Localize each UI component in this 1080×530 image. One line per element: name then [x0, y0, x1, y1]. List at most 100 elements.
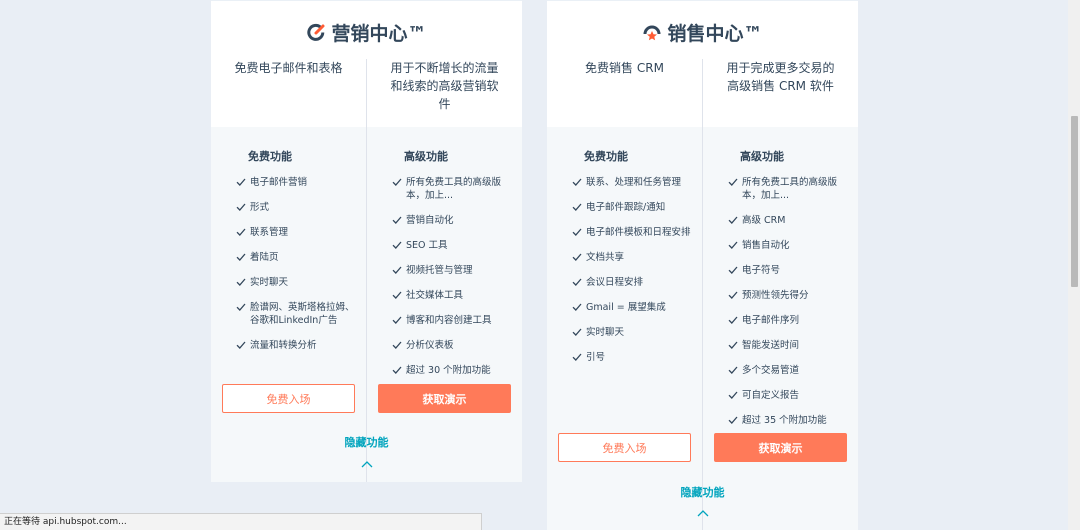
sales-pro-feature-list: 所有免费工具的高级版本，加上... 高级 CRM 销售自动化电子符号预测性领先得分电…	[727, 176, 848, 427]
marketing-hub-title-text: 营销中心™	[331, 23, 427, 45]
marketing-free-signup-button[interactable]: 免费入场	[222, 384, 355, 413]
feature-list-item: 超过 30 个附加功能	[391, 364, 512, 377]
marketing-free-description: 免费电子邮件和表格	[234, 61, 343, 75]
marketing-free-column: 免费功能 电子邮件营销 形式 联系管理 着陆页 实时聊天 脸谱网、英斯塔格拉姆、谷歌和Li…	[211, 127, 366, 482]
check-icon	[236, 341, 246, 349]
feature-list-item: 文档共享	[571, 251, 692, 264]
feature-label: 会议日程安排	[586, 277, 644, 288]
check-icon	[572, 253, 582, 261]
check-icon	[572, 203, 582, 211]
check-icon	[572, 328, 582, 336]
check-icon	[728, 216, 738, 224]
chevron-up-icon[interactable]	[697, 509, 709, 517]
sales-pro-column: 高级功能 所有免费工具的高级版本，加上... 高级 CRM 销售自动化 电子符号 预测性…	[702, 127, 858, 530]
feature-list-item: 电子符号	[727, 264, 848, 277]
check-icon	[392, 178, 402, 186]
check-icon	[572, 278, 582, 286]
marketing-pro-feature-list: 所有免费工具的高级版本，加上... 营销自动化 SEO 工具视频托管与管理 社交媒体工…	[391, 176, 512, 377]
sales-pro-description: 用于完成更多交易的高级销售 CRM 软件	[702, 59, 858, 127]
check-icon	[728, 416, 738, 424]
feature-label: 实时聊天	[250, 277, 289, 288]
check-icon	[728, 366, 738, 374]
feature-list-item: 高级 CRM	[727, 214, 848, 227]
feature-label: 智能发送时间	[742, 340, 800, 351]
feature-label: 流量和转换分析	[250, 340, 317, 351]
feature-label: 电子邮件序列	[742, 315, 800, 326]
feature-label: 高级 CRM	[742, 215, 786, 226]
marketing-hub-card: 营销中心™ 免费电子邮件和表格 用于不断增长的流量和线索的高级营销软件 免费功能…	[211, 0, 522, 482]
sales-get-demo-button[interactable]: 获取演示	[714, 433, 847, 462]
feature-list-item: 联系管理	[235, 226, 356, 239]
feature-label: 销售自动化	[742, 240, 790, 251]
check-icon	[236, 203, 246, 211]
check-icon	[728, 241, 738, 249]
feature-list-item: 所有免费工具的高级版本，加上...	[727, 176, 848, 202]
marketing-hide-features-link[interactable]: 隐藏功能	[211, 434, 522, 450]
feature-list-item: 引号	[571, 351, 692, 364]
feature-label: 脸谱网、英斯塔格拉姆、谷歌和LinkedIn广告	[250, 302, 355, 326]
feature-list-item: 可自定义报告	[727, 389, 848, 402]
feature-list-item: 脸谱网、英斯塔格拉姆、谷歌和LinkedIn广告	[235, 301, 356, 327]
check-icon	[236, 278, 246, 286]
feature-list-item: 电子邮件营销	[235, 176, 356, 189]
feature-label: 形式	[250, 202, 270, 213]
marketing-pro-column: 高级功能 所有免费工具的高级版本，加上... 营销自动化 SEO 工具 视频托管与管理…	[366, 127, 522, 482]
feature-label: 所有免费工具的高级版本，加上...	[742, 177, 838, 201]
feature-list-item: 社交媒体工具	[391, 289, 512, 302]
feature-list-item: Gmail = 展望集成	[571, 301, 692, 314]
page-scrollbar[interactable]	[1068, 0, 1080, 530]
sales-hub-card: 销售中心™ 免费销售 CRM 用于完成更多交易的高级销售 CRM 软件 免费功能…	[547, 0, 858, 530]
feature-label: 超过 30 个附加功能	[406, 365, 491, 376]
marketing-free-feature-list: 电子邮件营销 形式 联系管理 着陆页 实时聊天 脸谱网、英斯塔格拉姆、谷歌和LinkedI…	[235, 176, 356, 352]
feature-list-item: 分析仪表板	[391, 339, 512, 352]
scrollbar-thumb[interactable]	[1071, 116, 1078, 287]
check-icon	[392, 291, 402, 299]
feature-label: 博客和内容创建工具	[406, 315, 492, 326]
feature-list-item: 博客和内容创建工具	[391, 314, 512, 327]
sales-hub-header: 销售中心™ 免费销售 CRM 用于完成更多交易的高级销售 CRM 软件	[547, 0, 858, 127]
feature-label: Gmail = 展望集成	[586, 302, 666, 313]
feature-label: 联系管理	[250, 227, 289, 238]
feature-list-item: SEO 工具	[391, 239, 512, 252]
feature-list-item: 视频托管与管理	[391, 264, 512, 277]
marketing-hub-header: 营销中心™ 免费电子邮件和表格 用于不断增长的流量和线索的高级营销软件	[211, 0, 522, 127]
feature-label: 可自定义报告	[742, 390, 800, 401]
feature-list-item: 实时聊天	[235, 276, 356, 289]
feature-label: 预测性领先得分	[742, 290, 809, 301]
check-icon	[728, 291, 738, 299]
feature-list-item: 多个交易管道	[727, 364, 848, 377]
feature-label: 联系、处理和任务管理	[586, 177, 682, 188]
sales-free-description: 免费销售 CRM	[585, 61, 664, 75]
check-icon	[728, 178, 738, 186]
check-icon	[392, 266, 402, 274]
feature-label: 实时聊天	[586, 327, 625, 338]
check-icon	[236, 303, 246, 311]
feature-label: 电子符号	[742, 265, 781, 276]
sales-free-column: 免费功能 联系、处理和任务管理 电子邮件跟踪/通知 电子邮件模板和日程安排 文档共享会…	[547, 127, 702, 530]
feature-list-item: 销售自动化	[727, 239, 848, 252]
feature-label: 引号	[586, 352, 606, 363]
marketing-hub-title: 营销中心™	[211, 19, 522, 46]
feature-label: 电子邮件营销	[250, 177, 308, 188]
feature-label: 所有免费工具的高级版本，加上...	[406, 177, 502, 201]
feature-list-item: 电子邮件模板和日程安排	[571, 226, 692, 239]
marketing-get-demo-button[interactable]: 获取演示	[378, 384, 511, 413]
feature-label: SEO 工具	[406, 240, 448, 251]
feature-label: 营销自动化	[406, 215, 454, 226]
check-icon	[392, 341, 402, 349]
feature-label: 视频托管与管理	[406, 265, 473, 276]
feature-label: 分析仪表板	[406, 340, 454, 351]
feature-list-item: 形式	[235, 201, 356, 214]
sales-hide-features-link[interactable]: 隐藏功能	[547, 484, 858, 500]
feature-list-item: 超过 35 个附加功能	[727, 414, 848, 427]
sales-free-signup-button[interactable]: 免费入场	[558, 433, 691, 462]
feature-list-item: 智能发送时间	[727, 339, 848, 352]
chevron-up-icon[interactable]	[361, 460, 373, 468]
feature-label: 社交媒体工具	[406, 290, 464, 301]
feature-list-item: 电子邮件跟踪/通知	[571, 201, 692, 214]
check-icon	[392, 316, 402, 324]
feature-list-item: 实时聊天	[571, 326, 692, 339]
check-icon	[572, 178, 582, 186]
feature-label: 电子邮件跟踪/通知	[586, 202, 666, 213]
feature-label: 电子邮件模板和日程安排	[586, 227, 691, 238]
